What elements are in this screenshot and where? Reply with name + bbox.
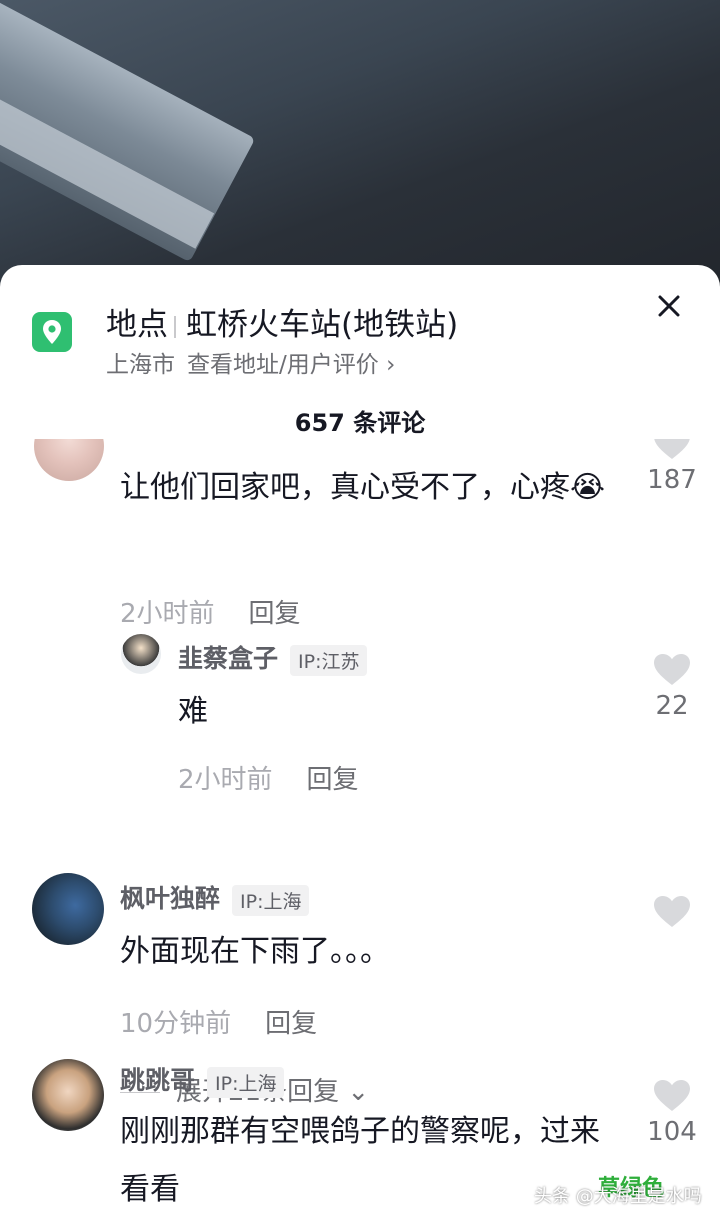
address-link[interactable]: 查看地址/用户评价 › bbox=[187, 352, 395, 378]
like-count: 104 bbox=[647, 1117, 697, 1147]
ip-badge: IP:江苏 bbox=[290, 644, 368, 676]
location-label: 地点 bbox=[106, 307, 168, 343]
avatar[interactable] bbox=[32, 1059, 104, 1131]
avatar[interactable] bbox=[121, 634, 161, 674]
like-button[interactable]: 187 bbox=[632, 439, 712, 495]
chevron-right-icon: › bbox=[386, 352, 396, 378]
comment-list[interactable]: 让他们回家吧，真心受不了，心疼😭 2小时前 回复 187 韭蔡盒子 IP:江苏 难 … bbox=[0, 439, 720, 1218]
comments-sheet: 地点 虹桥火车站(地铁站) 上海市 查看地址/用户评价 › 657 条评论 让他们回… bbox=[0, 265, 720, 1218]
location-subtitle: 上海市 查看地址/用户评价 › bbox=[106, 345, 395, 379]
ip-badge: IP:上海 bbox=[232, 884, 310, 916]
username[interactable]: 跳跳哥 IP:上海 bbox=[120, 1061, 285, 1098]
comment-time: 2小时前 bbox=[178, 765, 273, 795]
comment-text: 难 bbox=[178, 694, 208, 729]
location-city: 上海市 bbox=[106, 352, 175, 378]
like-button[interactable]: 22 bbox=[632, 653, 712, 721]
source-watermark: 头条 @大海里是水吗 bbox=[534, 1186, 702, 1207]
comment-meta: 10分钟前 回复 bbox=[120, 1003, 317, 1040]
close-icon bbox=[658, 295, 680, 317]
location-header[interactable]: 地点 虹桥火车站(地铁站) 上海市 查看地址/用户评价 › bbox=[0, 265, 720, 390]
close-button[interactable] bbox=[652, 289, 686, 323]
heart-icon bbox=[654, 654, 690, 685]
username[interactable]: 韭蔡盒子 IP:江苏 bbox=[178, 639, 368, 676]
ip-badge: IP:上海 bbox=[207, 1066, 285, 1098]
like-count: 187 bbox=[647, 465, 697, 495]
comments-count: 657 条评论 bbox=[294, 409, 426, 437]
reply-button[interactable]: 回复 bbox=[307, 765, 359, 795]
comment-meta: 2小时前 回复 bbox=[178, 759, 359, 796]
like-button[interactable]: 104 bbox=[632, 1079, 712, 1147]
like-button[interactable] bbox=[632, 895, 712, 929]
comment-text: 让他们回家吧，真心受不了，心疼😭 bbox=[120, 470, 606, 505]
avatar[interactable] bbox=[34, 439, 104, 481]
title-divider bbox=[174, 315, 176, 338]
comment-text: 外面现在下雨了。。。 bbox=[120, 934, 390, 969]
avatar[interactable] bbox=[32, 873, 104, 945]
location-name: 虹桥火车站(地铁站) bbox=[186, 307, 459, 343]
video-background bbox=[0, 0, 720, 300]
heart-icon bbox=[654, 896, 690, 927]
location-title: 地点 虹桥火车站(地铁站) bbox=[106, 299, 458, 344]
location-pin-icon bbox=[32, 312, 72, 352]
reply-button[interactable]: 回复 bbox=[249, 599, 301, 629]
like-count: 22 bbox=[655, 691, 689, 721]
heart-icon bbox=[654, 1080, 690, 1111]
comment-meta: 2小时前 回复 bbox=[120, 593, 301, 630]
username[interactable]: 枫叶独醉 IP:上海 bbox=[120, 879, 310, 916]
heart-icon bbox=[654, 439, 690, 459]
comment-time: 10分钟前 bbox=[120, 1009, 232, 1039]
reply-button[interactable]: 回复 bbox=[265, 1009, 317, 1039]
comment-time: 2小时前 bbox=[120, 599, 215, 629]
